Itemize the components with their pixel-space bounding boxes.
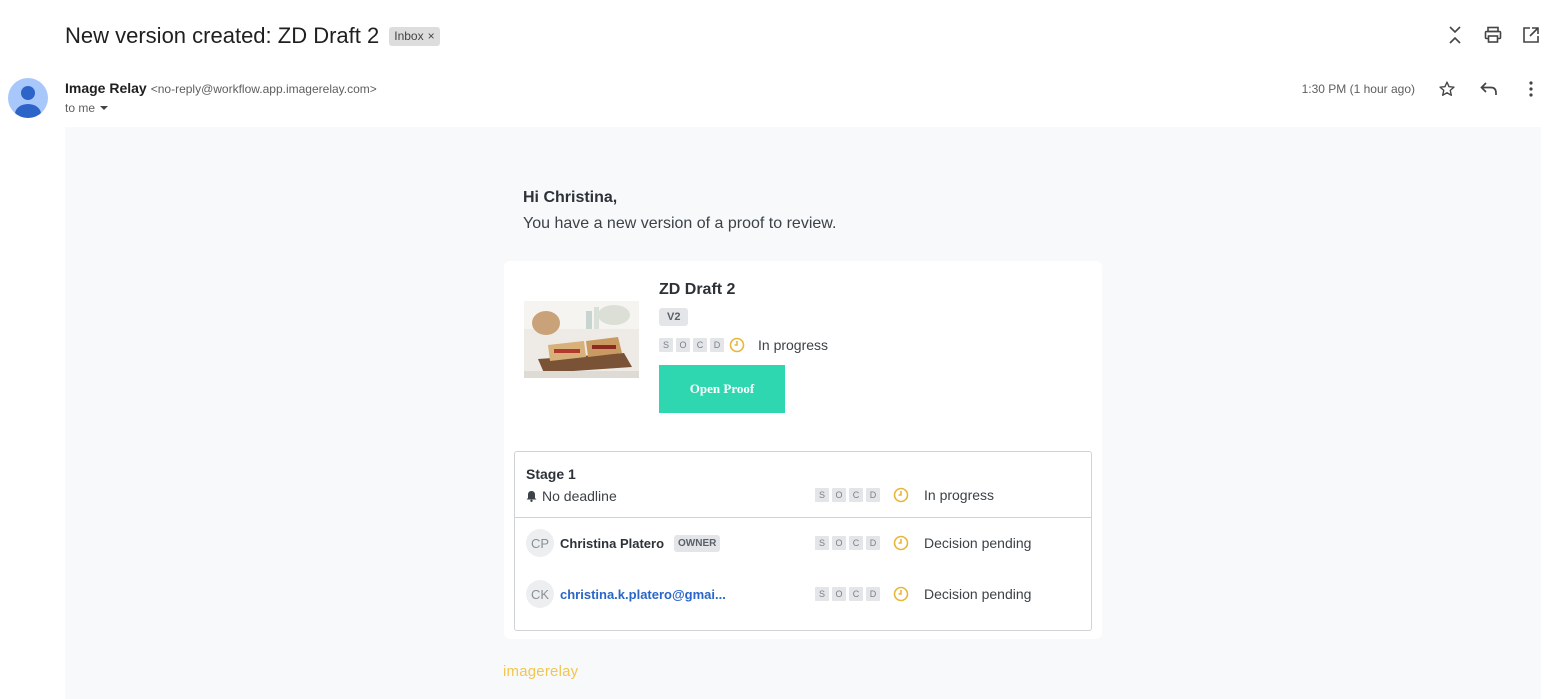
deadline: No deadline <box>526 488 617 504</box>
recipient-text: to me <box>65 101 96 115</box>
sandwich-image-icon <box>524 301 639 378</box>
bell-icon <box>526 491 537 502</box>
collapse-icon[interactable] <box>1445 24 1465 46</box>
reviewer-status-row: S O C D Decision pending <box>815 535 1031 551</box>
proof-thumbnail[interactable] <box>524 301 639 378</box>
socd-d: D <box>866 536 880 550</box>
socd-c: C <box>849 488 863 502</box>
reviewer-name: Christina Platero <box>560 535 665 551</box>
reviewer-row: CP Christina Platero OWNER <box>526 529 721 557</box>
inbox-label-chip[interactable]: Inbox × <box>389 26 440 46</box>
email-body: Hi Christina, You have a new version of … <box>65 127 1541 699</box>
socd-c: C <box>849 587 863 601</box>
owner-badge: OWNER <box>674 534 721 552</box>
reviewer-status-row: S O C D Decision pending <box>815 586 1031 602</box>
proof-status: In progress <box>758 337 829 353</box>
more-options-icon[interactable] <box>1521 78 1541 100</box>
open-in-new-window-icon[interactable] <box>1521 24 1541 46</box>
reply-icon[interactable] <box>1479 78 1499 100</box>
deadline-text: No deadline <box>542 488 617 504</box>
socd-s: S <box>815 536 829 550</box>
clock-icon <box>893 487 909 503</box>
reviewer-row: CK christina.k.platero@gmai... <box>526 580 726 608</box>
proof-card: ZD Draft 2 V2 S O C D In progress Open P… <box>504 261 1102 639</box>
socd-o: O <box>832 536 846 550</box>
socd-o: O <box>676 338 690 352</box>
greeting: Hi Christina, <box>523 189 618 206</box>
reviewer-email-link[interactable]: christina.k.platero@gmai... <box>560 587 726 602</box>
imagerelay-logo[interactable]: imagerelay <box>503 663 578 680</box>
reviewer-status: Decision pending <box>924 586 1032 602</box>
reviewer-status: Decision pending <box>924 535 1032 551</box>
divider <box>515 517 1091 518</box>
open-proof-button[interactable]: Open Proof <box>659 365 785 413</box>
stage-status-row: S O C D In progress <box>815 487 994 503</box>
recipient-toggle[interactable]: to me <box>65 101 109 115</box>
stage-status: In progress <box>924 487 995 503</box>
print-icon[interactable] <box>1483 24 1503 46</box>
remove-label-icon[interactable]: × <box>428 29 435 43</box>
socd-s: S <box>815 488 829 502</box>
socd-d: D <box>866 587 880 601</box>
clock-icon <box>893 535 909 551</box>
sender-email: <no-reply@workflow.app.imagerelay.com> <box>150 82 377 96</box>
intro-text: You have a new version of a proof to rev… <box>523 215 837 232</box>
clock-icon <box>893 586 909 602</box>
stage-panel: Stage 1 No deadline S O C D In progress … <box>514 451 1092 631</box>
socd-d: D <box>866 488 880 502</box>
inbox-label-text: Inbox <box>394 29 424 43</box>
socd-s: S <box>659 338 673 352</box>
person-icon <box>15 86 41 118</box>
thread-actions <box>1445 24 1541 46</box>
chevron-down-icon <box>100 106 109 110</box>
proof-title: ZD Draft 2 <box>659 281 736 298</box>
email-subject: New version created: ZD Draft 2 <box>65 23 380 48</box>
reviewer-avatar: CP <box>526 529 554 557</box>
stage-title: Stage 1 <box>526 466 576 482</box>
sender-name[interactable]: Image Relay <box>65 80 147 96</box>
socd-d: D <box>710 338 724 352</box>
version-badge: V2 <box>659 308 689 326</box>
reviewer-avatar: CK <box>526 580 554 608</box>
sender-avatar[interactable] <box>8 78 48 118</box>
socd-c: C <box>849 536 863 550</box>
star-icon[interactable] <box>1437 78 1457 100</box>
message-meta: 1:30 PM (1 hour ago) <box>1302 78 1541 100</box>
subject-row: New version created: ZD Draft 2 Inbox × <box>65 20 440 52</box>
message-timestamp: 1:30 PM (1 hour ago) <box>1301 82 1415 96</box>
socd-o: O <box>832 587 846 601</box>
proof-status-row: S O C D In progress <box>659 337 828 353</box>
socd-s: S <box>815 587 829 601</box>
sender-line: Image Relay <no-reply@workflow.app.image… <box>65 80 377 96</box>
clock-icon <box>729 337 745 353</box>
socd-o: O <box>832 488 846 502</box>
socd-c: C <box>693 338 707 352</box>
